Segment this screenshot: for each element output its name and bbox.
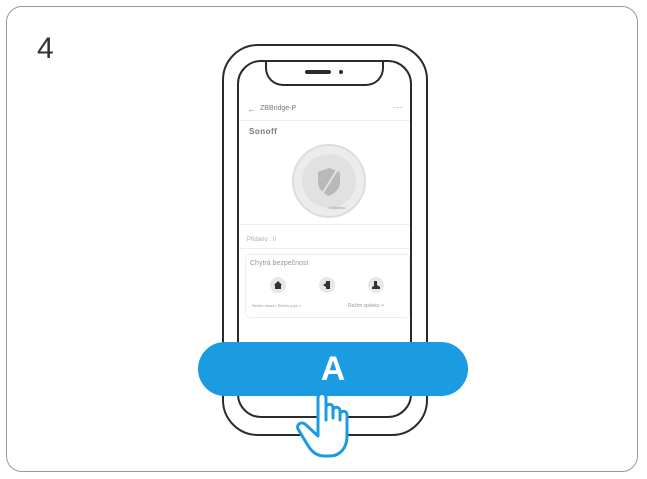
section-divider-2 — [239, 248, 410, 249]
back-arrow-icon[interactable]: ← — [247, 104, 256, 114]
speaker-icon — [305, 70, 331, 74]
device-title: ZBBridge-P — [260, 105, 297, 112]
step-number: 4 — [37, 32, 54, 65]
camera-icon — [339, 70, 343, 74]
section-divider — [239, 224, 410, 225]
sleep-mode-button[interactable] — [368, 277, 384, 293]
arm-status-label: Odjištěno — [328, 205, 346, 210]
home-away-mode-label[interactable]: Režim doma \ Režim pryč > — [252, 303, 301, 308]
home-mode-button[interactable] — [270, 277, 286, 293]
phone-notch — [265, 62, 384, 86]
pointing-hand-icon — [296, 382, 349, 458]
app-header: ← ZBBridge-P ··· — [247, 102, 404, 118]
header-divider — [239, 120, 410, 121]
sleep-mode-label[interactable]: Režim spánku > — [348, 303, 384, 309]
arm-toggle-inner: Odjištěno — [302, 154, 356, 210]
smart-security-title: Chytrá bezpečnost — [250, 260, 309, 267]
arm-toggle-button[interactable]: Odjištěno — [292, 144, 366, 218]
added-count: Přidáno : 0 — [247, 237, 277, 243]
away-mode-button[interactable] — [319, 277, 335, 293]
shield-icon — [318, 168, 340, 196]
smart-security-panel: Chytrá bezpečnost Režim doma \ Režim pry… — [245, 254, 410, 318]
more-menu-icon[interactable]: ··· — [393, 102, 404, 112]
home-icon — [274, 281, 282, 289]
svg-text:Sonoff: Sonoff — [249, 127, 277, 135]
sleep-icon — [372, 281, 380, 289]
away-icon — [323, 281, 330, 289]
brand-logo: Sonoff — [249, 126, 283, 137]
